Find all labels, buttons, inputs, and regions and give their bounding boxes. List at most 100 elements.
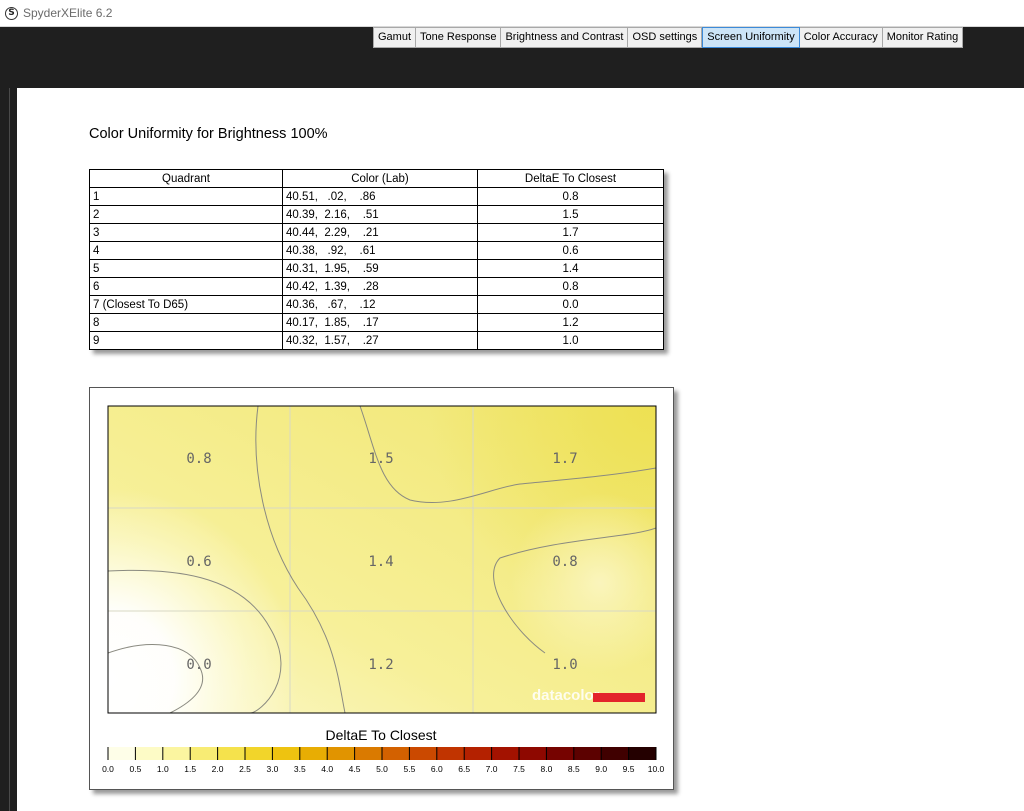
table-row: 9 40.32, 1.57, .27 1.0	[89, 331, 664, 350]
cell-value-label: 0.8	[552, 554, 577, 570]
table-row: 2 40.39, 2.16, .51 1.5	[89, 205, 664, 224]
lab-cell: 40.38, .92, .61	[282, 241, 478, 260]
color-scale-legend: 0.0 0.5 1.0 1.5 2.0 2.5 3.0 3.5 4.0 4.5 5.0 5.5 6.0 6…	[102, 747, 665, 774]
column-header-color-lab: Color (Lab)	[282, 169, 478, 188]
lab-cell: 40.36, .67, .12	[282, 295, 478, 314]
deltae-cell: 1.0	[477, 331, 664, 350]
uniformity-heatmap-figure: 0.8 1.5 1.7 0.6 1.4 0.8 0.0 1.2 1.0 datacolor De…	[89, 387, 674, 790]
legend-tick-label: 2.0	[212, 764, 224, 774]
deltae-cell: 0.6	[477, 241, 664, 260]
deltae-cell: 1.4	[477, 259, 664, 278]
legend-tick-label: 0.0	[102, 764, 114, 774]
tab-screen-uniformity[interactable]: Screen Uniformity	[702, 27, 800, 48]
lab-cell: 40.44, 2.29, .21	[282, 223, 478, 242]
legend-tick-label: 7.0	[486, 764, 498, 774]
legend-tick-label: 5.0	[376, 764, 388, 774]
tab-osd-settings[interactable]: OSD settings	[628, 28, 703, 47]
legend-swatch	[409, 747, 438, 760]
legend-tick-label: 5.5	[403, 764, 415, 774]
cell-value-label: 1.7	[552, 451, 577, 467]
quadrant-cell: 9	[89, 331, 283, 350]
cell-value-label: 1.5	[368, 451, 393, 467]
lab-cell: 40.31, 1.95, .59	[282, 259, 478, 278]
lab-cell: 40.51, .02, .86	[282, 187, 478, 206]
lab-cell: 40.32, 1.57, .27	[282, 331, 478, 350]
uniformity-heatmap: 0.8 1.5 1.7 0.6 1.4 0.8 0.0 1.2 1.0 datacolor De…	[102, 405, 665, 774]
legend-swatch	[546, 747, 575, 760]
table-row: 5 40.31, 1.95, .59 1.4	[89, 259, 664, 278]
legend-tick-label: 4.5	[349, 764, 361, 774]
deltae-cell: 0.8	[477, 277, 664, 296]
quadrant-cell: 6	[89, 277, 283, 296]
tab-gamut[interactable]: Gamut	[374, 28, 417, 47]
table-row: 8 40.17, 1.85, .17 1.2	[89, 313, 664, 332]
quadrant-cell: 4	[89, 241, 283, 260]
legend-tick-label: 8.0	[540, 764, 552, 774]
column-header-quadrant: Quadrant	[89, 169, 283, 188]
datacolor-watermark: datacolor	[532, 687, 600, 704]
tab-color-accuracy[interactable]: Color Accuracy	[800, 28, 883, 47]
tab-tone-response[interactable]: Tone Response	[416, 28, 502, 47]
window-title: SpyderXElite 6.2	[23, 6, 113, 20]
legend-tick-label: 3.0	[266, 764, 278, 774]
cell-value-label: 1.4	[368, 554, 393, 570]
legend-swatch	[464, 747, 493, 760]
legend-tick-label: 7.5	[513, 764, 525, 774]
legend-swatch	[519, 747, 547, 760]
quadrant-cell: 8	[89, 313, 283, 332]
report-page[interactable]: Color Uniformity for Brightness 100% Qua…	[17, 88, 1024, 811]
title-bar: S SpyderXElite 6.2	[0, 0, 1024, 27]
section-title: Color Uniformity for Brightness 100%	[89, 126, 328, 142]
legend-swatch	[573, 747, 602, 760]
legend-tick-label: 3.5	[294, 764, 306, 774]
legend-tick-label: 2.5	[239, 764, 251, 774]
table-row: 4 40.38, .92, .61 0.6	[89, 241, 664, 260]
quadrant-cell: 5	[89, 259, 283, 278]
tab-bar: Gamut Tone Response Brightness and Contr…	[0, 27, 1024, 88]
legend-tick-label: 4.0	[321, 764, 333, 774]
table-row: 7 (Closest To D65) 40.36, .67, .12 0.0	[89, 295, 664, 314]
legend-tick-label: 6.5	[458, 764, 470, 774]
deltae-cell: 0.8	[477, 187, 664, 206]
datacolor-logo-bar	[593, 693, 645, 702]
deltae-cell: 1.5	[477, 205, 664, 224]
legend-swatch	[272, 747, 301, 760]
cell-value-label: 0.8	[186, 451, 211, 467]
legend-swatch	[108, 747, 136, 760]
deltae-cell: 0.0	[477, 295, 664, 314]
lab-cell: 40.17, 1.85, .17	[282, 313, 478, 332]
cell-value-label: 1.2	[368, 657, 393, 673]
lab-cell: 40.42, 1.39, .28	[282, 277, 478, 296]
table-row: 3 40.44, 2.29, .21 1.7	[89, 223, 664, 242]
legend-swatch	[491, 747, 520, 760]
spyder-app-icon: S	[5, 6, 18, 20]
table-header-row: Quadrant Color (Lab) DeltaE To Closest	[89, 169, 664, 188]
legend-swatch	[245, 747, 273, 760]
cell-value-label: 0.6	[186, 554, 211, 570]
legend-tick-label: 8.5	[568, 764, 580, 774]
deltae-cell: 1.2	[477, 313, 664, 332]
column-header-deltae: DeltaE To Closest	[477, 169, 664, 188]
tab-monitor-rating[interactable]: Monitor Rating	[883, 28, 963, 47]
legend-swatch	[354, 747, 383, 760]
legend-swatch	[628, 747, 657, 760]
lab-cell: 40.39, 2.16, .51	[282, 205, 478, 224]
legend-swatch	[162, 747, 191, 760]
legend-title: DeltaE To Closest	[325, 727, 436, 743]
tab-brightness-and-contrast[interactable]: Brightness and Contrast	[501, 28, 629, 47]
quadrant-cell: 1	[89, 187, 283, 206]
report-tabs: Gamut Tone Response Brightness and Contr…	[373, 27, 964, 48]
legend-tick-label: 1.0	[157, 764, 169, 774]
deltae-cell: 1.7	[477, 223, 664, 242]
legend-swatch	[327, 747, 356, 760]
legend-tick-label: 1.5	[184, 764, 196, 774]
legend-tick-label: 6.0	[431, 764, 443, 774]
quadrant-cell: 3	[89, 223, 283, 242]
legend-tick-label: 9.5	[623, 764, 635, 774]
legend-swatch	[217, 747, 246, 760]
legend-swatch	[190, 747, 219, 760]
left-panel-edge	[0, 88, 17, 811]
table-row: 1 40.51, .02, .86 0.8	[89, 187, 664, 206]
legend-tick-label: 10.0	[648, 764, 665, 774]
quadrant-cell: 7 (Closest To D65)	[89, 295, 283, 314]
